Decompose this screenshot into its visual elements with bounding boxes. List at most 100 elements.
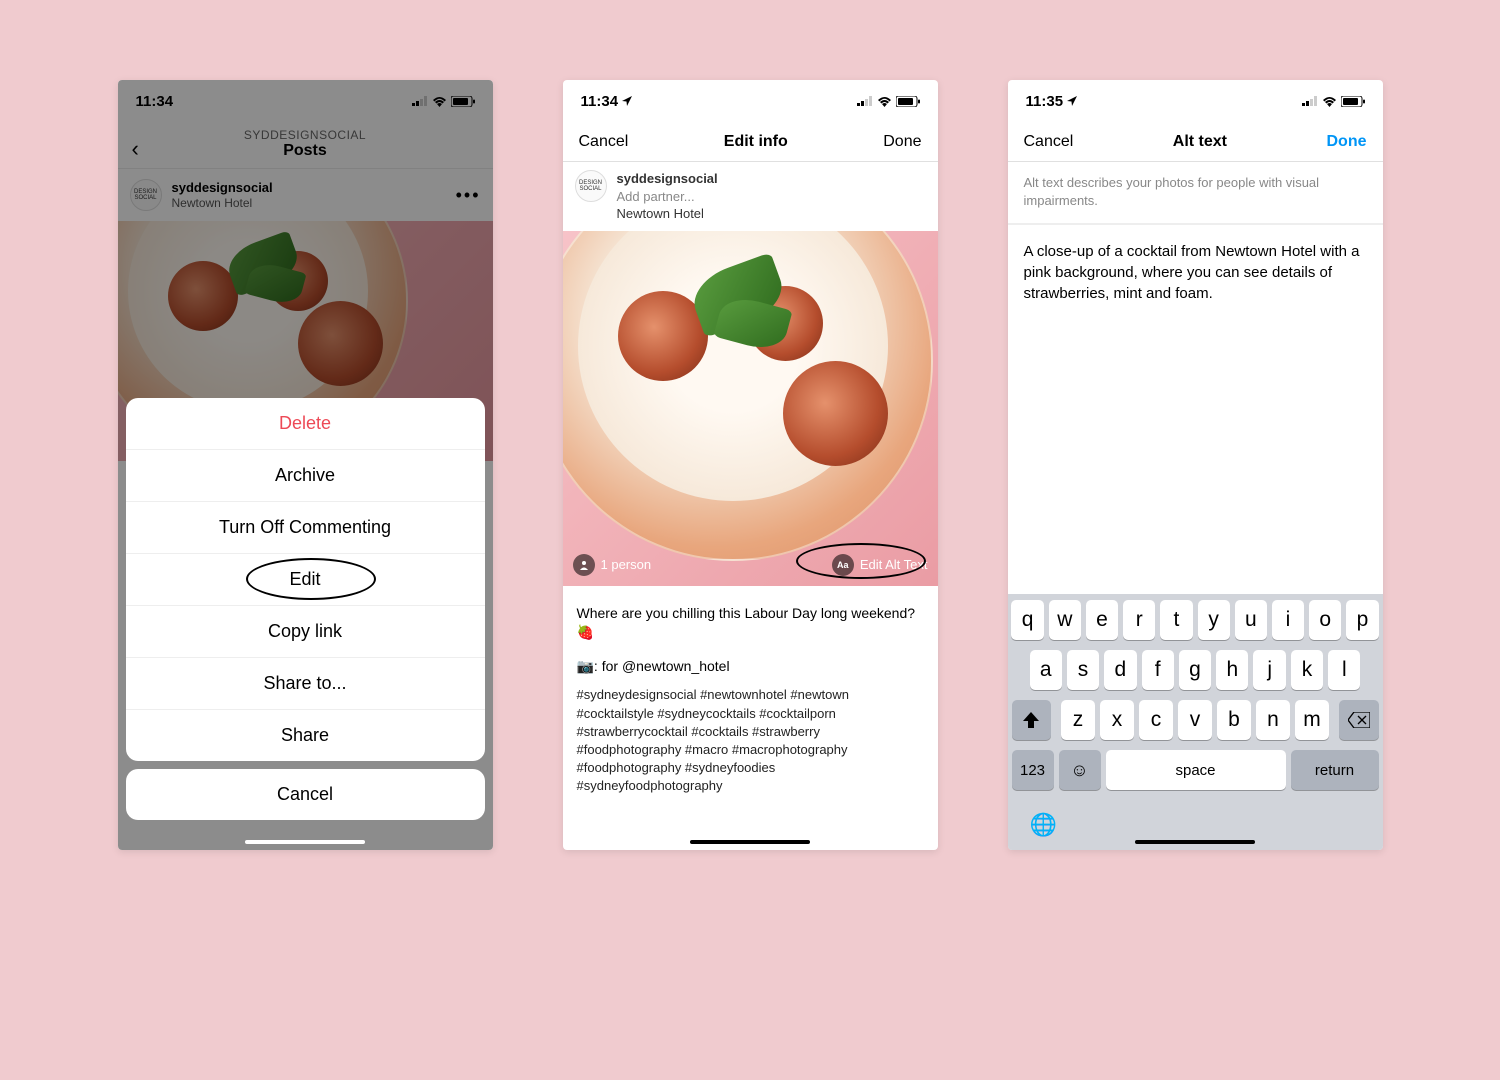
key-i[interactable]: i <box>1272 600 1304 640</box>
key-q[interactable]: q <box>1011 600 1043 640</box>
status-time: 11:34 <box>581 93 619 110</box>
sheet-archive[interactable]: Archive <box>126 450 485 502</box>
keyboard: qwertyuiop asdfghjkl zxcvbnm 123 ☺ space… <box>1008 594 1383 850</box>
sheet-copy-link[interactable]: Copy link <box>126 606 485 658</box>
keyboard-row-1: qwertyuiop <box>1012 600 1379 640</box>
wifi-icon <box>877 96 892 107</box>
sheet-options: Delete Archive Turn Off Commenting Edit … <box>126 398 485 761</box>
key-l[interactable]: l <box>1328 650 1360 690</box>
globe-icon[interactable]: 🌐 <box>1030 812 1057 838</box>
sheet-delete[interactable]: Delete <box>126 398 485 450</box>
space-key[interactable]: space <box>1106 750 1286 790</box>
author-text: syddesignsocial Add partner... Newtown H… <box>617 170 718 223</box>
key-e[interactable]: e <box>1086 600 1118 640</box>
keyboard-row-4: 123 ☺ space return <box>1012 750 1379 790</box>
nav-bar: Cancel Alt text Done <box>1008 122 1383 162</box>
wifi-icon <box>1322 96 1337 107</box>
nav-title: Edit info <box>724 133 788 151</box>
key-a[interactable]: a <box>1030 650 1062 690</box>
key-z[interactable]: z <box>1061 700 1095 740</box>
person-icon <box>573 554 595 576</box>
tag-people-label: 1 person <box>601 557 652 572</box>
battery-icon <box>1341 96 1365 107</box>
action-sheet: Delete Archive Turn Off Commenting Edit … <box>126 398 485 850</box>
signal-icon <box>857 96 873 106</box>
hashtags[interactable]: #sydneydesignsocial #newtownhotel #newto… <box>563 686 938 805</box>
key-c[interactable]: c <box>1139 700 1173 740</box>
done-button[interactable]: Done <box>883 133 921 151</box>
battery-icon <box>896 96 920 107</box>
key-o[interactable]: o <box>1309 600 1341 640</box>
key-x[interactable]: x <box>1100 700 1134 740</box>
author-location[interactable]: Newtown Hotel <box>617 205 718 223</box>
sheet-share-to[interactable]: Share to... <box>126 658 485 710</box>
status-icons <box>857 96 920 107</box>
alt-text-hint: Alt text describes your photos for peopl… <box>1008 162 1383 224</box>
annotation-circle-edit <box>246 558 376 600</box>
key-w[interactable]: w <box>1049 600 1081 640</box>
backspace-icon <box>1348 712 1370 728</box>
home-indicator[interactable] <box>690 840 810 844</box>
status-bar: 11:35 <box>1008 80 1383 122</box>
key-v[interactable]: v <box>1178 700 1212 740</box>
caption-line2: 📷: for @newtown_hotel <box>577 657 924 677</box>
emoji-key[interactable]: ☺ <box>1059 750 1101 790</box>
key-k[interactable]: k <box>1291 650 1323 690</box>
sheet-edit[interactable]: Edit <box>126 554 485 606</box>
tag-people-button[interactable]: 1 person <box>573 554 652 576</box>
alt-text-input[interactable]: A close-up of a cocktail from Newtown Ho… <box>1008 224 1383 320</box>
sheet-share[interactable]: Share <box>126 710 485 761</box>
caption[interactable]: Where are you chilling this Labour Day l… <box>563 586 938 687</box>
status-time: 11:35 <box>1026 93 1064 110</box>
status-left: 11:35 <box>1026 93 1078 110</box>
shift-icon <box>1022 712 1040 728</box>
edit-alt-text-button[interactable]: Aa Edit Alt Text <box>832 554 928 576</box>
home-indicator[interactable] <box>245 840 365 844</box>
image-overlay-row: 1 person Aa Edit Alt Text <box>573 554 928 576</box>
nav-bar: Cancel Edit info Done <box>563 122 938 162</box>
key-s[interactable]: s <box>1067 650 1099 690</box>
status-bar: 11:34 <box>563 80 938 122</box>
key-d[interactable]: d <box>1104 650 1136 690</box>
key-h[interactable]: h <box>1216 650 1248 690</box>
sheet-cancel[interactable]: Cancel <box>126 769 485 820</box>
phone-screenshot-3: 11:35 Cancel Alt text Done Alt text desc… <box>1008 80 1383 850</box>
key-b[interactable]: b <box>1217 700 1251 740</box>
nav-title: Alt text <box>1173 133 1227 151</box>
backspace-key[interactable] <box>1339 700 1379 740</box>
cancel-button[interactable]: Cancel <box>579 133 629 151</box>
post-author-row: DESIGN SOCIAL syddesignsocial Add partne… <box>563 162 938 231</box>
location-icon <box>622 96 632 106</box>
return-key[interactable]: return <box>1291 750 1379 790</box>
key-m[interactable]: m <box>1295 700 1329 740</box>
key-j[interactable]: j <box>1253 650 1285 690</box>
add-partner[interactable]: Add partner... <box>617 188 718 206</box>
keyboard-bottom: 🌐 <box>1012 800 1379 842</box>
shift-key[interactable] <box>1012 700 1052 740</box>
key-t[interactable]: t <box>1160 600 1192 640</box>
key-y[interactable]: y <box>1198 600 1230 640</box>
post-image: 1 person Aa Edit Alt Text <box>563 231 938 586</box>
status-left: 11:34 <box>581 93 633 110</box>
key-n[interactable]: n <box>1256 700 1290 740</box>
status-icons <box>1302 96 1365 107</box>
phone-screenshot-1: 11:34 ‹ SYDDESIGNSOCIAL Posts DESIGN SOC… <box>118 80 493 850</box>
done-button[interactable]: Done <box>1326 133 1366 151</box>
caption-line1: Where are you chilling this Labour Day l… <box>577 604 924 643</box>
key-f[interactable]: f <box>1142 650 1174 690</box>
key-g[interactable]: g <box>1179 650 1211 690</box>
signal-icon <box>1302 96 1318 106</box>
avatar[interactable]: DESIGN SOCIAL <box>575 170 607 202</box>
key-p[interactable]: p <box>1346 600 1378 640</box>
key-r[interactable]: r <box>1123 600 1155 640</box>
home-indicator[interactable] <box>1135 840 1255 844</box>
annotation-circle-alt <box>796 543 926 579</box>
key-u[interactable]: u <box>1235 600 1267 640</box>
sheet-turn-off-commenting[interactable]: Turn Off Commenting <box>126 502 485 554</box>
cancel-button[interactable]: Cancel <box>1024 133 1074 151</box>
phone-screenshot-2: 11:34 Cancel Edit info Done DESIGN SOCIA… <box>563 80 938 850</box>
keyboard-row-2: asdfghjkl <box>1012 650 1379 690</box>
keyboard-row-3: zxcvbnm <box>1012 700 1379 740</box>
author-name[interactable]: syddesignsocial <box>617 170 718 188</box>
numbers-key[interactable]: 123 <box>1012 750 1054 790</box>
